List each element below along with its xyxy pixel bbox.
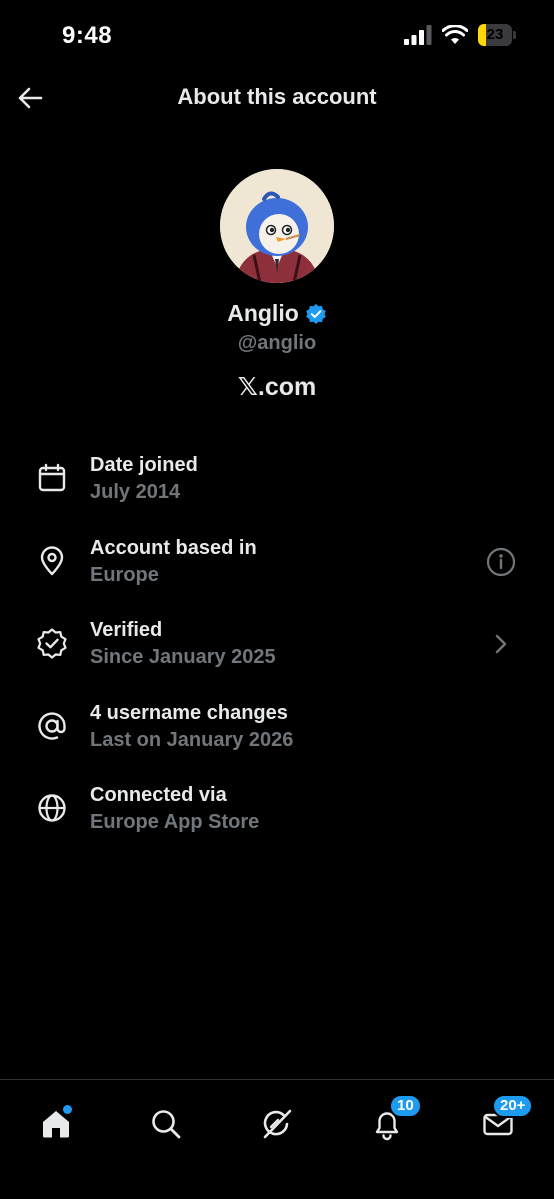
cellular-signal-icon (404, 25, 432, 45)
verified-badge-icon (305, 303, 326, 324)
status-time: 9:48 (62, 22, 113, 49)
display-name: Anglio (227, 300, 299, 326)
info-list: Date joined July 2014 Account based in E… (0, 448, 554, 861)
avatar[interactable] (220, 169, 334, 283)
calendar-icon (38, 463, 66, 492)
verified-label: Verified (90, 619, 163, 641)
bottom-nav: 10 20+ (0, 1079, 554, 1199)
nav-search[interactable] (138, 1096, 194, 1152)
info-circle-icon (486, 547, 516, 576)
account-domain: 𝕏.com (237, 373, 317, 401)
nav-grok[interactable] (249, 1096, 305, 1152)
messages-badge: 20+ (492, 1094, 534, 1118)
verified-chevron[interactable] (484, 627, 518, 661)
page-title: About this account (177, 84, 377, 109)
nav-home[interactable] (28, 1096, 84, 1152)
location-pin-icon (40, 545, 64, 575)
nav-notifications[interactable]: 10 (359, 1094, 422, 1152)
date-joined-label: Date joined (90, 454, 198, 476)
name-row: Anglio (0, 300, 554, 327)
grok-icon (263, 1109, 292, 1139)
home-notification-dot (63, 1105, 72, 1114)
username-changes-label: 4 username changes (90, 701, 288, 724)
chevron-right-icon (495, 634, 507, 654)
header: About this account (0, 72, 554, 126)
verified-value: Since January 2025 (90, 646, 276, 668)
username-changes-value: Last on January 2026 (90, 728, 294, 751)
at-sign-icon (38, 711, 66, 740)
verified-outline-icon (37, 628, 67, 659)
penguin-avatar-image (220, 169, 334, 283)
info-row-username-changes: 4 username changes Last on January 2026 (0, 696, 554, 779)
wifi-icon (442, 25, 468, 44)
nav-messages[interactable]: 20+ (470, 1094, 534, 1152)
status-icons: 23 (404, 24, 516, 46)
globe-icon (38, 794, 66, 822)
date-joined-value: July 2014 (90, 481, 181, 503)
handle: @anglio (237, 332, 317, 354)
based-in-info-button[interactable] (484, 545, 518, 579)
info-row-date-joined: Date joined July 2014 (0, 448, 554, 531)
screen: 9:48 23 About this account Anglio @angli… (0, 0, 554, 1199)
battery-icon: 23 (478, 24, 516, 46)
info-row-account-based-in: Account based in Europe (0, 531, 554, 614)
based-in-value: Europe (90, 563, 159, 586)
connected-via-value: Europe App Store (90, 811, 260, 833)
info-row-verified[interactable]: Verified Since January 2025 (0, 613, 554, 696)
info-row-connected-via: Connected via Europe App Store (0, 778, 554, 861)
search-icon (152, 1110, 181, 1139)
notifications-badge: 10 (389, 1094, 422, 1118)
status-bar: 9:48 23 (0, 0, 554, 70)
based-in-label: Account based in (90, 536, 257, 559)
connected-via-label: Connected via (90, 784, 227, 806)
battery-level: 23 (486, 26, 504, 43)
